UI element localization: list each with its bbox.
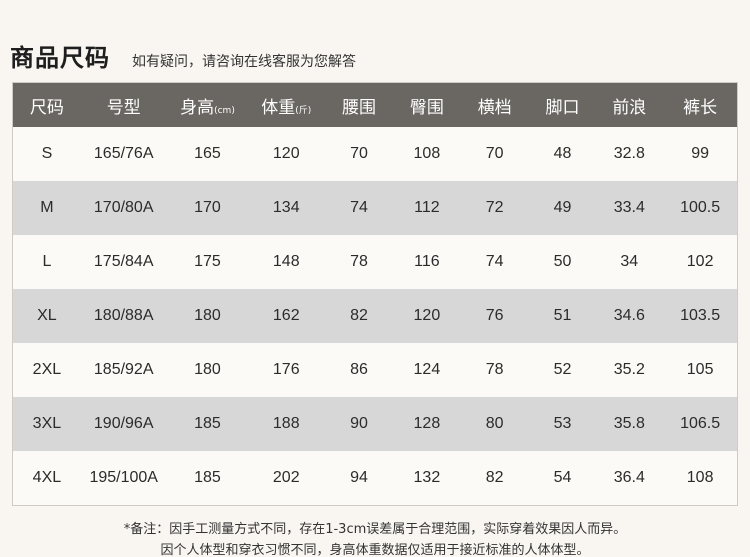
cell-leg-opening: 50 (553, 253, 572, 270)
cell-size: XL (37, 307, 57, 324)
cell-length: 100.5 (680, 199, 721, 216)
page-title: 商品尺码 (10, 44, 110, 72)
cell-front-rise: 35.2 (613, 361, 645, 378)
cell-leg-opening: 53 (553, 415, 572, 432)
cell-size: 2XL (32, 361, 62, 378)
cell-length: 105 (686, 361, 714, 378)
cell-hip: 116 (414, 253, 440, 270)
size-table: 尺码 号型 身高(cm) 体重(斤) 腰围 臀围 横档 脚口 前浪 裤长 S 16… (12, 82, 738, 506)
cell-waist: 86 (350, 361, 368, 378)
cell-hip: 112 (414, 199, 440, 216)
cell-model: 190/96A (93, 415, 154, 432)
cell-model: 170/80A (93, 199, 154, 216)
cell-thigh: 80 (485, 415, 504, 432)
page-header: 商品尺码 如有疑问，请咨询在线客服为您解答 (10, 38, 356, 73)
cell-leg-opening: 52 (553, 361, 572, 378)
cell-weight: 202 (272, 469, 300, 486)
cell-weight: 188 (272, 415, 300, 432)
column-header-length: 裤长 (683, 97, 718, 118)
cell-hip: 120 (413, 307, 441, 324)
cell-height: 180 (194, 307, 221, 324)
cell-front-rise: 33.4 (613, 199, 645, 216)
table-row: S 165/76A 165 120 70 108 70 48 32.8 99 (13, 127, 737, 181)
cell-thigh: 72 (485, 199, 504, 216)
cell-hip: 124 (413, 361, 441, 378)
cell-length: 108 (686, 469, 714, 486)
cell-hip: 132 (413, 469, 441, 486)
cell-thigh: 78 (485, 361, 504, 378)
cell-leg-opening: 49 (553, 199, 572, 216)
cell-height: 185 (194, 469, 221, 486)
cell-height: 170 (194, 199, 221, 216)
column-header-weight: 体重(斤) (261, 97, 312, 118)
cell-length: 99 (691, 145, 710, 162)
cell-size: 3XL (32, 415, 62, 432)
table-header-row: 尺码 号型 身高(cm) 体重(斤) 腰围 臀围 横档 脚口 前浪 裤长 (13, 83, 737, 127)
column-header-model: 号型 (106, 97, 141, 118)
cell-weight: 176 (272, 361, 300, 378)
cell-waist: 78 (350, 253, 368, 270)
cell-size: S (41, 145, 53, 162)
page-subtitle: 如有疑问，请咨询在线客服为您解答 (132, 54, 356, 70)
cell-model: 180/88A (93, 307, 154, 324)
column-header-leg-opening: 脚口 (545, 97, 580, 118)
cell-weight: 162 (272, 307, 300, 324)
cell-size: L (42, 253, 52, 270)
height-unit: (cm) (214, 105, 235, 116)
table-row: L 175/84A 175 148 78 116 74 50 34 102 (13, 235, 737, 289)
table-row: XL 180/88A 180 162 82 120 76 51 34.6 103.5 (13, 289, 737, 343)
cell-model: 185/92A (93, 361, 154, 378)
cell-waist: 70 (350, 145, 368, 162)
cell-thigh: 74 (485, 253, 504, 270)
cell-waist: 74 (350, 199, 368, 216)
table-row: 2XL 185/92A 180 176 86 124 78 52 35.2 105 (13, 343, 737, 397)
note-line-2: 因个人体型和穿衣习惯不同，身高体重数据仅适用于接近标准的人体体型。 (160, 543, 590, 557)
cell-waist: 94 (350, 469, 368, 486)
cell-model: 195/100A (89, 469, 158, 486)
note-line-1: *备注：因手工测量方式不同，存在1-3cm误差属于合理范围，实际穿着效果因人而异… (123, 522, 627, 537)
cell-waist: 90 (350, 415, 368, 432)
cell-thigh: 70 (485, 145, 504, 162)
cell-model: 165/76A (93, 145, 154, 162)
cell-size: M (40, 199, 54, 216)
cell-hip: 108 (413, 145, 441, 162)
cell-height: 175 (194, 253, 221, 270)
cell-leg-opening: 51 (553, 307, 572, 324)
cell-front-rise: 35.8 (613, 415, 645, 432)
cell-size: 4XL (32, 469, 62, 486)
cell-leg-opening: 48 (553, 145, 572, 162)
weight-unit: (斤) (295, 105, 312, 116)
cell-weight: 134 (272, 199, 300, 216)
cell-front-rise: 34 (620, 253, 639, 270)
cell-thigh: 76 (485, 307, 504, 324)
cell-height: 185 (194, 415, 221, 432)
cell-leg-opening: 54 (553, 469, 572, 486)
cell-model: 175/84A (93, 253, 154, 270)
cell-front-rise: 34.6 (613, 307, 645, 324)
cell-front-rise: 36.4 (613, 469, 645, 486)
table-body: S 165/76A 165 120 70 108 70 48 32.8 99 M 170/80A 170… (13, 127, 737, 505)
cell-length: 103.5 (680, 307, 721, 324)
cell-front-rise: 32.8 (613, 145, 645, 162)
cell-height: 165 (194, 145, 221, 162)
cell-weight: 148 (272, 253, 300, 270)
column-header-size: 尺码 (29, 97, 64, 118)
cell-length: 102 (686, 253, 714, 270)
table-row: 3XL 190/96A 185 188 90 128 80 53 35.8 106.5 (13, 397, 737, 451)
cell-thigh: 82 (485, 469, 504, 486)
table-row: M 170/80A 170 134 74 112 72 49 33.4 100.5 (13, 181, 737, 235)
cell-waist: 82 (350, 307, 368, 324)
column-header-front-rise: 前浪 (612, 97, 647, 118)
cell-length: 106.5 (680, 415, 721, 432)
table-row: 4XL 195/100A 185 202 94 132 82 54 36.4 108 (13, 451, 737, 505)
column-header-hip: 臀围 (409, 97, 444, 118)
column-header-thigh: 横档 (477, 97, 512, 118)
column-header-waist: 腰围 (342, 97, 377, 118)
column-header-height: 身高(cm) (180, 97, 235, 118)
cell-weight: 120 (272, 145, 300, 162)
cell-hip: 128 (413, 415, 441, 432)
cell-height: 180 (194, 361, 221, 378)
